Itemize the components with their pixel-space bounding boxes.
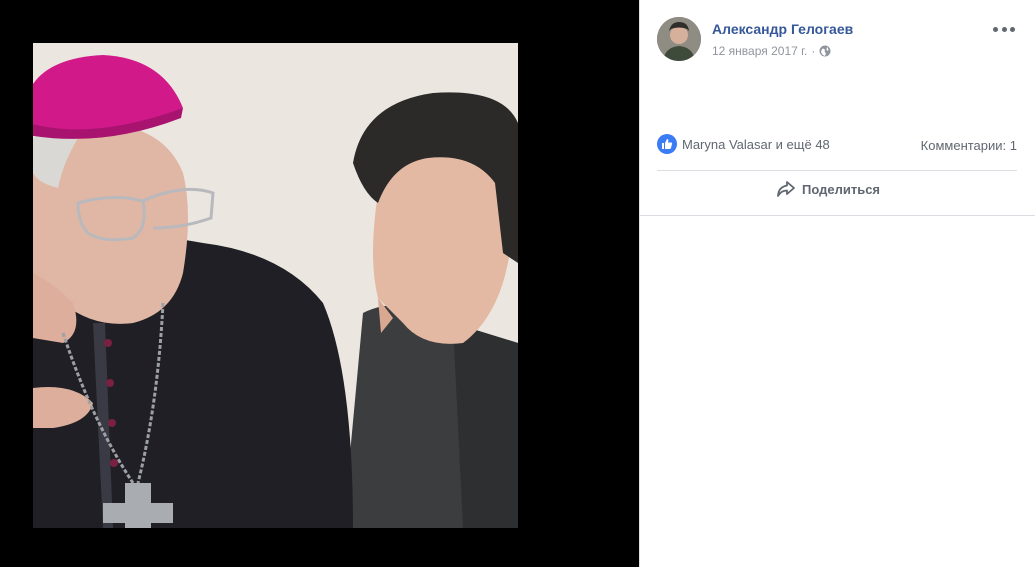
meta-separator: ·: [811, 44, 816, 58]
photo-illustration: [33, 43, 518, 528]
like-icon: [657, 134, 677, 154]
globe-icon: [819, 45, 831, 57]
post-author[interactable]: Александр Гелогаев: [712, 21, 853, 37]
post-meta: 12 января 2017 г. ·: [712, 44, 831, 58]
post-photo[interactable]: [33, 43, 518, 528]
share-label: Поделиться: [802, 181, 881, 197]
divider: [657, 170, 1017, 171]
reactions-text: Maryna Valasar и ещё 48: [682, 136, 830, 152]
divider: [640, 215, 1035, 216]
share-button[interactable]: Поделиться: [776, 180, 880, 198]
avatar[interactable]: [657, 17, 701, 61]
post-sidebar: Александр Гелогаев 12 января 2017 г. · M…: [639, 0, 1035, 567]
photo-viewer: [0, 0, 639, 567]
more-options-icon[interactable]: [993, 22, 1015, 36]
post-date[interactable]: 12 января 2017 г.: [712, 44, 807, 58]
share-arrow-icon: [777, 181, 795, 197]
reactions-summary[interactable]: Maryna Valasar и ещё 48: [657, 134, 830, 154]
comments-count[interactable]: Комментарии: 1: [921, 138, 1017, 153]
avatar-image: [657, 17, 701, 61]
